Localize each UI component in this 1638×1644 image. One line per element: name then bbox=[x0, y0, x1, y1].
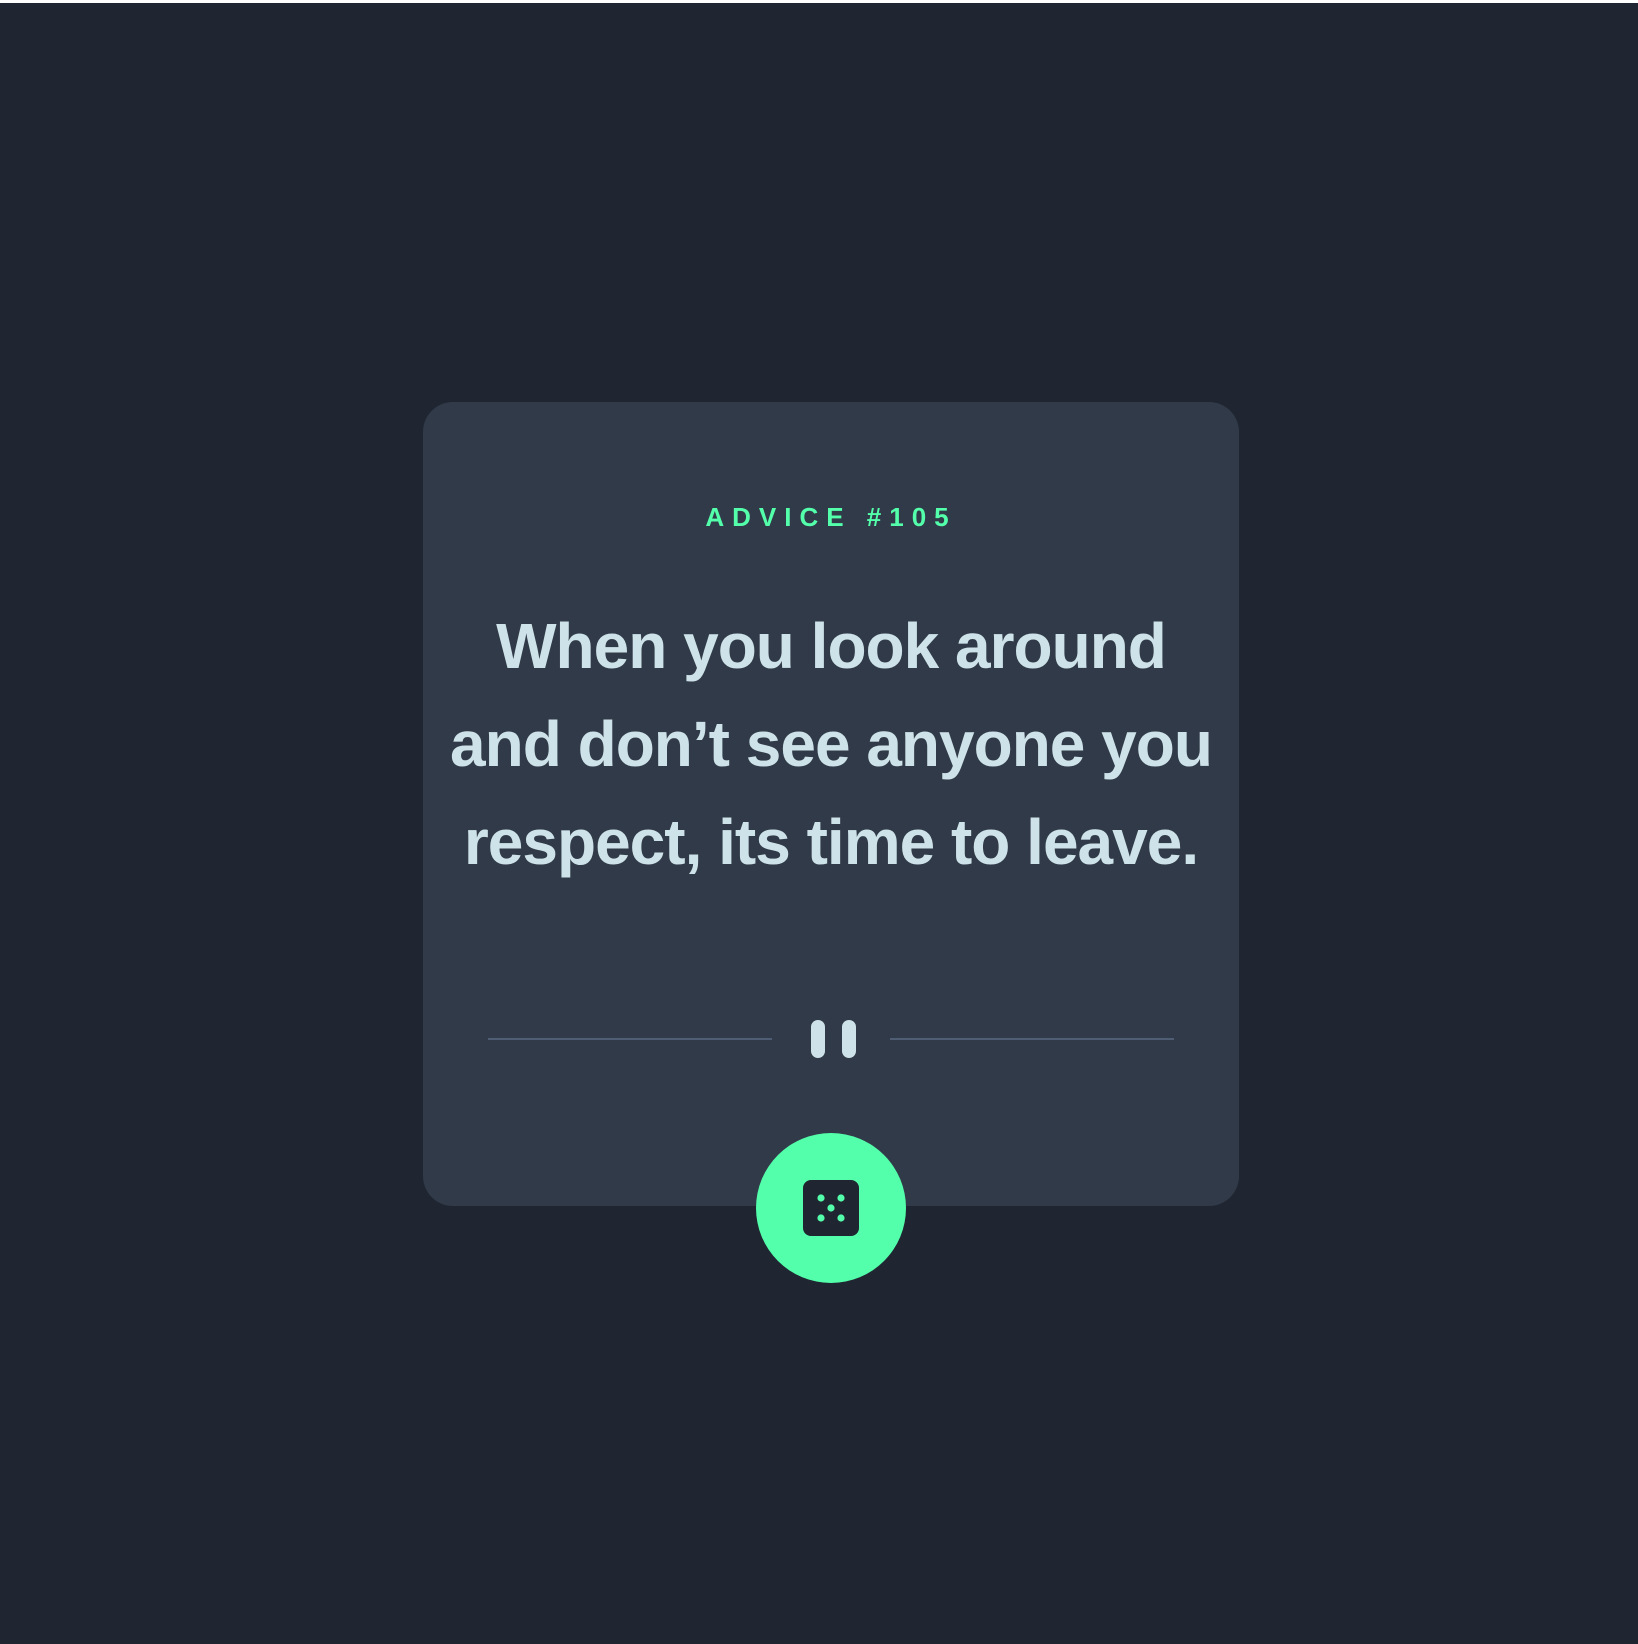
advice-card: ADVICE #105 When you look around and don… bbox=[423, 402, 1239, 1206]
pause-bar-left bbox=[811, 1020, 825, 1058]
dice-button[interactable] bbox=[756, 1133, 906, 1283]
advice-number: ADVICE #105 bbox=[705, 502, 957, 532]
pause-icon bbox=[808, 1020, 856, 1058]
divider-line-right bbox=[890, 1038, 1174, 1040]
advice-quote: When you look around and don’t see anyon… bbox=[450, 610, 1213, 878]
top-edge bbox=[0, 0, 1638, 3]
divider bbox=[488, 1018, 1174, 1058]
divider-line-left bbox=[488, 1038, 772, 1040]
dice-icon bbox=[803, 1180, 859, 1236]
pause-bar-right bbox=[842, 1020, 856, 1058]
